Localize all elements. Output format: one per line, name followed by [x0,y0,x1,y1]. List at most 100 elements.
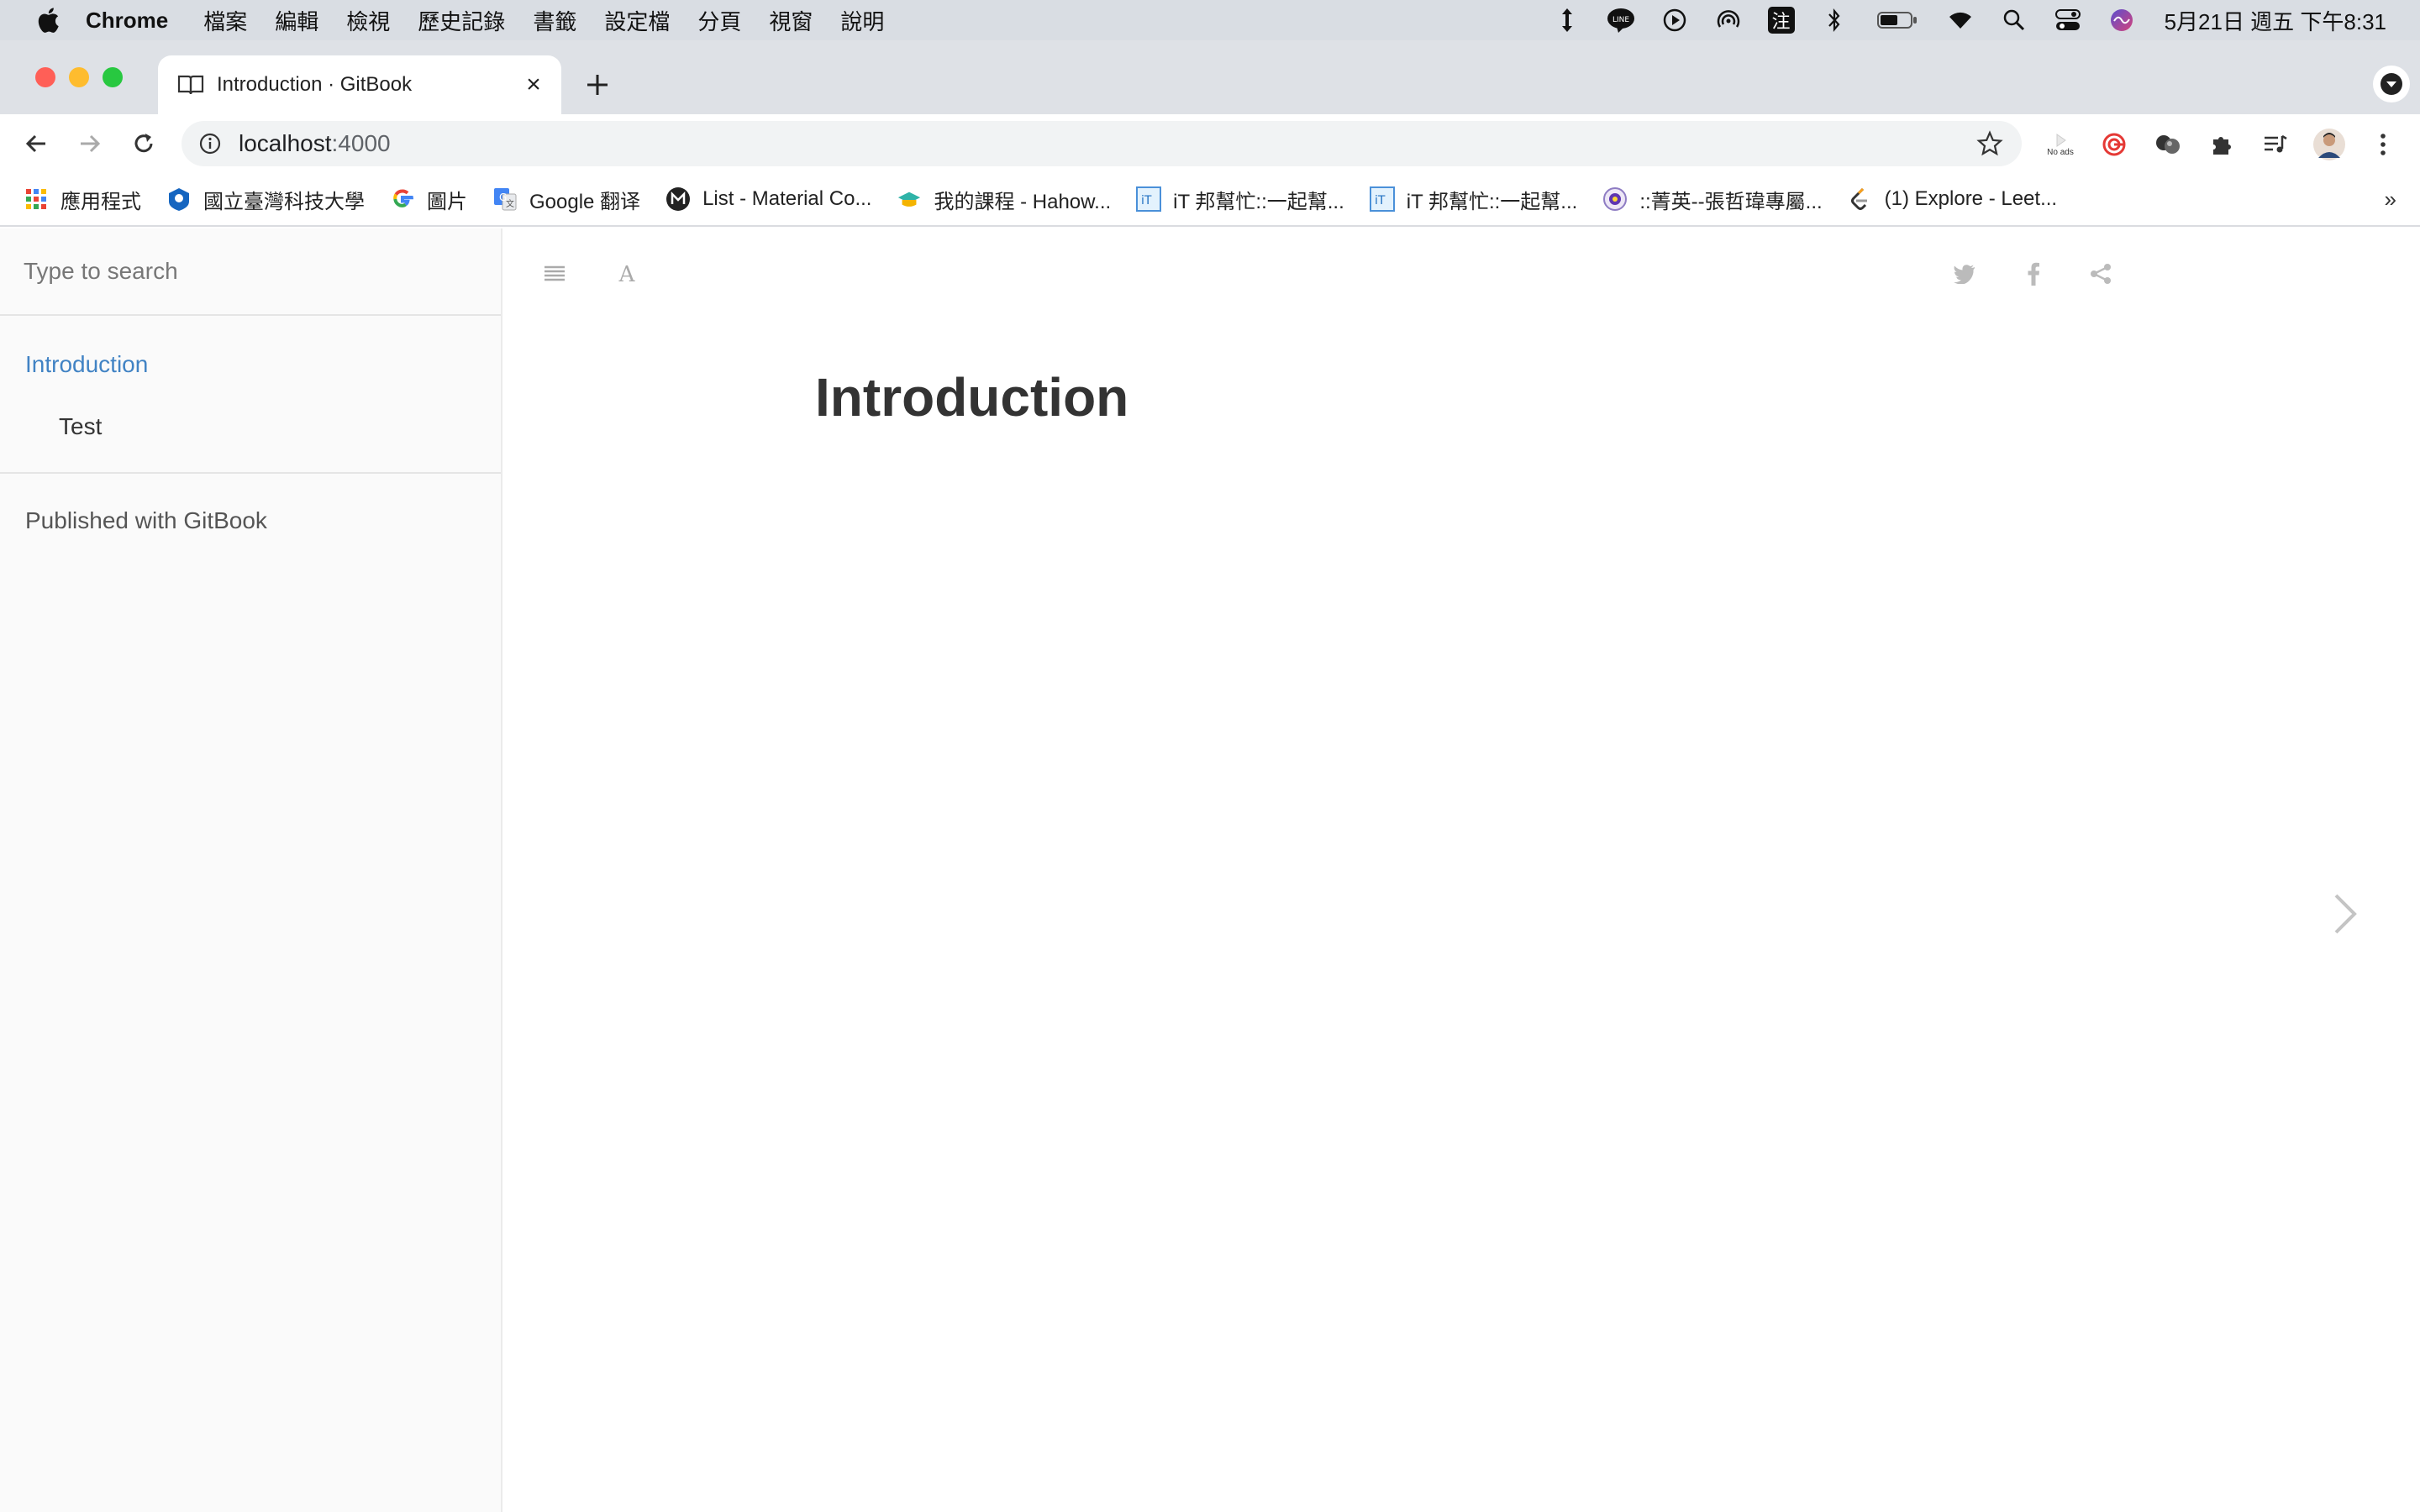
bookmark-star-icon[interactable] [1976,130,2003,157]
bookmark-google-images[interactable]: 圖片 [390,185,467,214]
chrome-menu-button[interactable] [2365,126,2402,163]
bookmark-material[interactable]: List - Material Co... [666,186,871,212]
summary-item-test[interactable]: Test [0,413,501,440]
no-ads-extension-icon[interactable]: No ads [2042,126,2079,163]
apple-logo-icon[interactable] [35,7,60,34]
play-icon[interactable] [1660,6,1689,34]
bookmark-label: Google 翻译 [529,190,641,213]
gitbook-page: Introduction Test Published with GitBook… [0,228,2420,1512]
wifi-icon[interactable] [1946,6,1975,34]
media-control-button[interactable] [2257,126,2294,163]
airdrop-icon[interactable] [1714,6,1743,34]
site-info-icon[interactable] [198,132,222,155]
search-input[interactable] [24,258,477,285]
menu-bar-clock[interactable]: 5月21日 週五 下午8:31 [2165,5,2386,36]
bookmark-label: ::菁英--張哲瑋專屬... [1639,190,1823,213]
bookmark-apps[interactable]: 應用程式 [24,185,141,214]
book-summary-sidebar: Introduction Test Published with GitBook [0,228,502,1512]
plus-icon [587,75,608,95]
font-a-icon: A [618,262,636,286]
menu-file[interactable]: 檔案 [203,5,247,36]
share-facebook-button[interactable] [2015,255,2052,292]
menu-view[interactable]: 檢視 [346,5,390,36]
menu-window[interactable]: 視窗 [769,5,813,36]
forward-button[interactable] [71,124,109,163]
reload-icon [134,134,153,153]
bookmark-ithome-1[interactable]: iT iT 邦幫忙::一起幫... [1136,185,1344,214]
bookmark-hahow[interactable]: 我的課程 - Hahow... [897,185,1111,214]
tab-title: Introduction · GitBook [217,73,413,96]
next-page-button[interactable] [2321,889,2371,939]
input-method-icon[interactable]: 注 [1767,7,1795,34]
browser-tab-strip: Introduction · GitBook × [0,40,2420,114]
twitter-icon [1954,265,1975,284]
share-button[interactable] [2082,255,2119,292]
new-tab-button[interactable] [575,62,620,108]
google-icon [390,186,415,212]
bookmark-label: (1) Explore - Leet... [1884,187,2058,210]
menu-edit[interactable]: 編輯 [275,5,318,36]
line-icon[interactable]: LINE [1607,6,1635,34]
bookmark-label: 圖片 [427,190,467,213]
bookmark-leetcode[interactable]: (1) Explore - Leet... [1848,186,2057,212]
updown-arrow-icon[interactable] [1553,6,1581,34]
published-with-gitbook-link[interactable]: Published with GitBook [0,507,501,534]
ithome-icon: iT [1136,186,1162,212]
no-ads-play-icon [2056,133,2066,147]
svg-text:iT: iT [1141,194,1152,207]
material-icon [666,186,691,212]
tab-search-button[interactable] [2373,66,2410,102]
bookmark-google-translate[interactable]: G文 Google 翻译 [492,185,640,214]
bookmarks-overflow-icon[interactable]: » [2385,186,2396,213]
font-settings-button[interactable]: A [608,255,645,292]
bookmarks-bar: 應用程式 國立臺灣科技大學 圖片 G文 Google 翻译 List - Mat… [0,173,2420,227]
minimize-window-button[interactable] [69,67,89,87]
toggle-sidebar-button[interactable] [536,255,573,292]
menu-bookmarks[interactable]: 書籤 [533,5,576,36]
battery-icon[interactable] [1874,6,1921,34]
share-twitter-button[interactable] [1946,255,1983,292]
grammarly-extension-icon[interactable] [2096,126,2133,163]
siri-icon[interactable] [2107,6,2136,34]
bookmark-elite[interactable]: ::菁英--張哲瑋專屬... [1602,185,1823,214]
control-center-icon[interactable] [2054,6,2082,34]
book-icon [177,75,204,95]
summary-item-introduction[interactable]: Introduction [0,351,501,378]
svg-text:文: 文 [506,198,514,209]
zoom-window-button[interactable] [103,67,123,87]
bookmark-label: 應用程式 [60,190,141,213]
bookmark-ntust[interactable]: 國立臺灣科技大學 [166,185,365,214]
page-title: Introduction [815,367,1129,428]
ntust-icon [166,186,192,212]
hahow-icon [897,186,922,212]
browser-toolbar: localhost :4000 No ads [0,114,2420,173]
menu-profiles[interactable]: 設定檔 [604,5,670,36]
menu-app-name[interactable]: Chrome [86,8,168,34]
hamburger-menu-icon [544,265,565,281]
close-window-button[interactable] [35,67,55,87]
search-box [0,228,501,316]
circles-icon [2156,135,2180,154]
bookmark-label: 國立臺灣科技大學 [203,190,365,213]
back-button[interactable] [17,124,55,163]
bluetooth-icon[interactable] [1820,6,1849,34]
share-icon [2091,264,2111,284]
menu-tab[interactable]: 分頁 [697,5,741,36]
summary-divider [0,472,501,474]
spotlight-icon[interactable] [2000,6,2028,34]
profile-avatar[interactable] [2311,126,2348,163]
forward-arrow-icon [81,134,101,153]
address-bar[interactable]: localhost :4000 [182,121,2022,166]
url-host: localhost [239,130,332,156]
menu-history[interactable]: 歷史記錄 [418,5,505,36]
extensions-button[interactable] [2203,126,2240,163]
browser-tab-active[interactable]: Introduction · GitBook × [158,55,561,114]
puzzle-icon [2213,137,2231,155]
reload-button[interactable] [124,124,163,163]
bookmark-ithome-2[interactable]: iT iT 邦幫忙::一起幫... [1369,185,1577,214]
ithome-icon: iT [1369,186,1395,212]
menu-bar-status-area: LINE 注 5月21日 週五 下午8:31 [1528,0,2420,40]
dark-mode-extension-icon[interactable] [2149,126,2186,163]
menu-help[interactable]: 說明 [840,5,884,36]
tab-close-icon[interactable]: × [521,71,546,99]
